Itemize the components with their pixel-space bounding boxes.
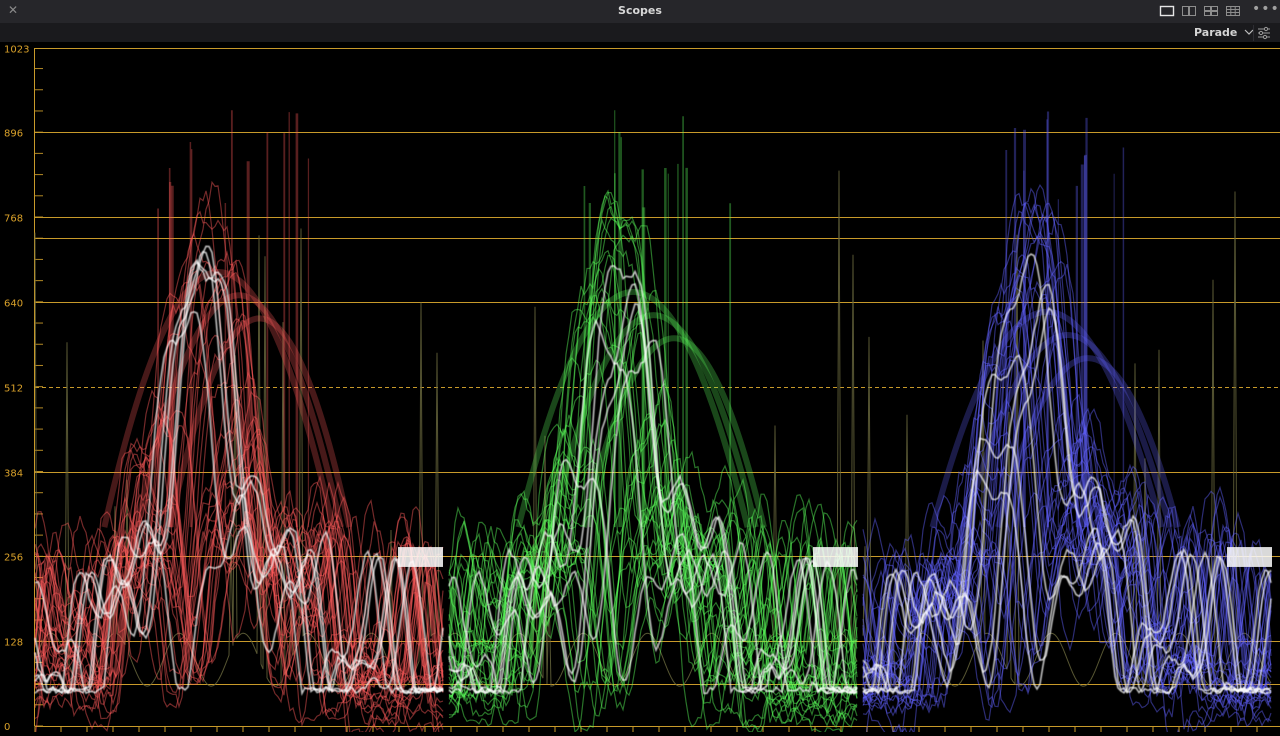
- y-label: 768: [4, 214, 23, 225]
- quad-view-button[interactable]: [1200, 3, 1222, 19]
- close-icon[interactable]: ✕: [6, 3, 20, 17]
- sliders-icon: [1254, 25, 1274, 41]
- parade-graph: 1023 896 768 640 512 384 256 128 0: [0, 42, 1280, 732]
- title-bar: ✕ Scopes: [0, 0, 1280, 24]
- scale-labels: 1023 896 768 640 512 384 256 128 0: [4, 45, 29, 733]
- single-view-button[interactable]: [1156, 3, 1178, 19]
- y-label: 896: [4, 129, 23, 140]
- y-label: 256: [4, 553, 23, 564]
- more-icon[interactable]: •••: [1252, 1, 1276, 19]
- grid-view-icon: [1222, 3, 1244, 19]
- y-label: 384: [4, 469, 23, 480]
- window-title: Scopes: [0, 4, 1280, 17]
- highlight-band: [398, 547, 443, 567]
- quad-view-icon: [1200, 3, 1222, 19]
- scope-settings-button[interactable]: [1253, 25, 1274, 41]
- highlight-band: [1227, 547, 1272, 567]
- dual-view-button[interactable]: [1178, 3, 1200, 19]
- y-label: 0: [4, 722, 10, 732]
- waveform-traces: [35, 110, 1272, 732]
- grid-view-button[interactable]: [1222, 3, 1244, 19]
- parade-scope: 1023 896 768 640 512 384 256 128 0: [0, 42, 1280, 732]
- y-label: 1023: [4, 45, 29, 56]
- red-channel-trace: [35, 110, 443, 732]
- scope-toolbar: Parade: [0, 23, 1280, 42]
- highlight-band: [813, 547, 858, 567]
- blue-channel-trace: [863, 111, 1272, 732]
- y-label: 640: [4, 299, 23, 310]
- y-label: 512: [4, 384, 23, 395]
- single-view-icon: [1156, 3, 1178, 19]
- scope-mode-label: Parade: [1194, 26, 1237, 39]
- y-label: 128: [4, 638, 23, 649]
- dual-view-icon: [1178, 3, 1200, 19]
- green-channel-trace: [449, 110, 858, 732]
